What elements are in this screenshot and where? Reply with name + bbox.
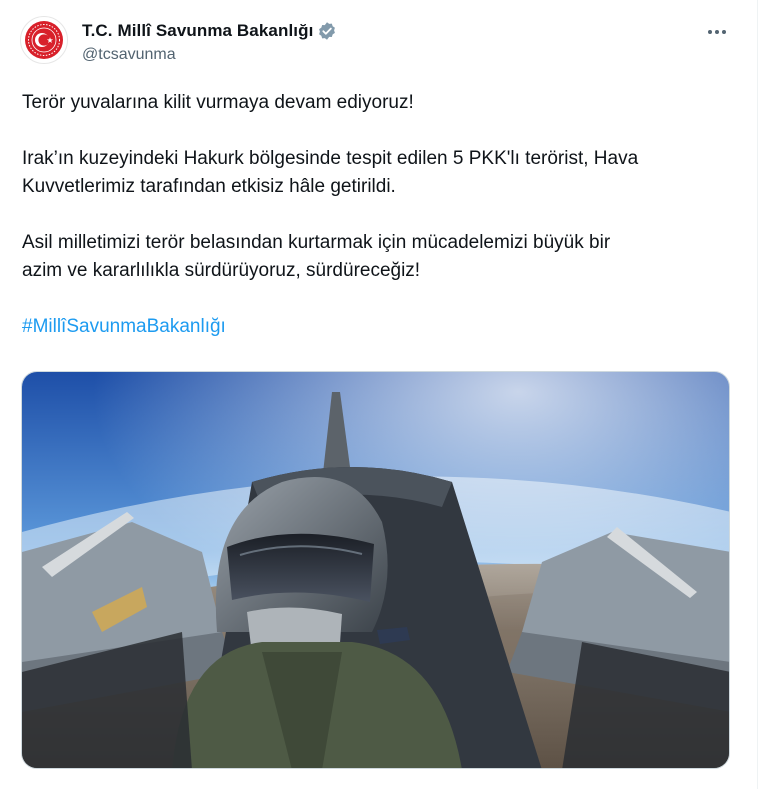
more-options-button[interactable] [705,20,729,44]
author-handle[interactable]: @tcsavunma [82,46,176,64]
avatar[interactable] [20,16,68,64]
tweet-paragraph: Terör yuvalarına kilit vurmaya devam edi… [22,89,734,117]
hashtag-link[interactable]: #MillîSavunmaBakanlığı [22,316,226,337]
verified-badge-icon [319,22,336,40]
tweet-paragraph: #MillîSavunmaBakanlığı [22,313,734,341]
tweet-paragraph: Irak’ın kuzeyindeki Hakurk bölgesinde te… [22,145,734,201]
author-name-row: T.C. Millî Savunma Bakanlığı [82,20,337,42]
tweet-card: T.C. Millî Savunma Bakanlığı @tcsavunma … [0,0,758,789]
tweet-line: Kuvvetlerimiz tarafından etkisiz hâle ge… [22,176,396,197]
tweet-text: Terör yuvalarına kilit vurmaya devam edi… [22,89,734,341]
ministry-seal-icon [25,21,63,59]
more-options-icon [708,30,726,34]
tweet-line: Irak’ın kuzeyindeki Hakurk bölgesinde te… [22,148,639,169]
tweet-line: azim ve kararlılıkla sürdürüyoruz, sürdü… [22,260,421,281]
tweet-media-photo[interactable] [21,371,730,769]
fighter-jet-cockpit-pilot-photo [22,372,729,768]
tweet-paragraph: Asil milletimizi terör belasından kurtar… [22,229,734,285]
tweet-line: Asil milletimizi terör belasından kurtar… [22,232,611,253]
author-display-name[interactable]: T.C. Millî Savunma Bakanlığı [82,21,313,41]
tweet-line: Terör yuvalarına kilit vurmaya devam edi… [22,92,414,113]
